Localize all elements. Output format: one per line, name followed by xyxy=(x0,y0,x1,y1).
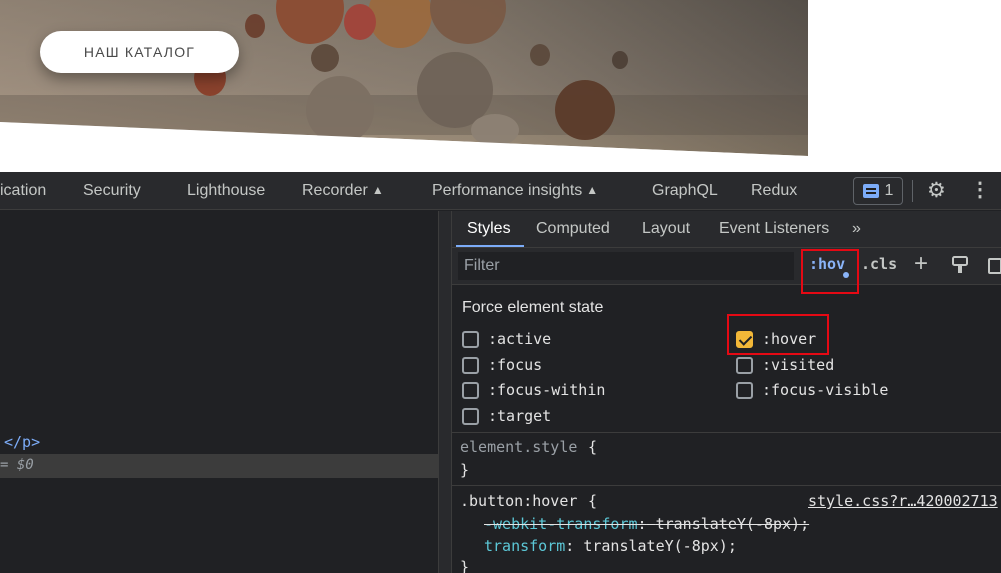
state-active-checkbox[interactable]: :active xyxy=(462,330,551,348)
dom-selected-marker: = $0 xyxy=(0,457,34,473)
styles-subtabs: Styles Computed Layout Event Listeners » xyxy=(452,211,1001,248)
tab-application[interactable]: ication xyxy=(0,182,46,200)
issues-count: 1 xyxy=(884,182,894,199)
flask-icon: ▲ xyxy=(371,183,384,197)
more-options-icon[interactable]: ⋮ xyxy=(970,179,990,201)
property-name: -webkit-transform xyxy=(484,515,638,533)
tab-event-listeners[interactable]: Event Listeners xyxy=(719,220,829,238)
hov-highlight-box xyxy=(801,249,859,294)
styles-filter-input[interactable] xyxy=(458,252,794,280)
tab-computed[interactable]: Computed xyxy=(536,220,610,238)
styles-sidebar: Styles Computed Layout Event Listeners »… xyxy=(452,211,1001,573)
rule-divider xyxy=(452,485,1001,486)
source-link[interactable]: style.css?r…420002713 xyxy=(808,492,998,510)
state-focus-visible-checkbox[interactable]: :focus-visible xyxy=(736,381,888,399)
gear-icon[interactable]: ⚙ xyxy=(927,180,946,202)
panel-splitter[interactable] xyxy=(438,211,452,573)
tab-styles[interactable]: Styles xyxy=(467,220,511,238)
new-style-rule-icon[interactable]: + xyxy=(914,250,928,278)
devtools-panel: ication Security Lighthouse Recorder ▲ Pe… xyxy=(0,172,1001,573)
flask-icon: ▲ xyxy=(586,183,599,197)
tab-recorder[interactable]: Recorder ▲ xyxy=(302,182,384,200)
devtools-tabbar: ication Security Lighthouse Recorder ▲ Pe… xyxy=(0,172,1001,210)
checkbox-icon xyxy=(462,330,479,348)
checkbox-icon xyxy=(462,356,479,374)
force-state-title: Force element state xyxy=(462,299,604,316)
colon: : xyxy=(565,537,575,555)
rule-selector[interactable]: .button:hover xyxy=(460,492,577,510)
close-brace: } xyxy=(460,558,470,573)
tab-performance-insights[interactable]: Performance insights ▲ xyxy=(432,182,598,200)
dom-closing-tag[interactable]: </p> xyxy=(4,433,40,451)
colon: : xyxy=(637,515,647,533)
tab-layout[interactable]: Layout xyxy=(642,220,690,238)
elements-dom-tree: </p> = $0 xyxy=(0,211,438,573)
balloons-image xyxy=(0,0,808,156)
state-label: :active xyxy=(488,330,552,348)
checkbox-icon xyxy=(736,381,753,399)
rule-divider xyxy=(452,432,1001,433)
checkbox-icon xyxy=(462,381,479,399)
tab-recorder-label: Recorder xyxy=(302,182,368,199)
tab-lighthouse[interactable]: Lighthouse xyxy=(187,182,265,200)
checkbox-icon xyxy=(462,407,479,425)
element-style-selector[interactable]: element.style xyxy=(460,438,577,456)
catalog-button[interactable]: НАШ КАТАЛОГ xyxy=(40,31,239,73)
state-focus-checkbox[interactable]: :focus xyxy=(462,356,542,374)
property-value: translateY(-8px); xyxy=(583,537,737,555)
toggle-sidebar-icon[interactable] xyxy=(988,258,1001,274)
state-label: :focus-within xyxy=(488,381,606,399)
tab-security[interactable]: Security xyxy=(83,182,141,200)
declaration-overridden[interactable]: -webkit-transform: translateY(-8px); xyxy=(484,515,809,533)
cls-toggle-button[interactable]: .cls xyxy=(861,255,897,273)
issues-button[interactable]: 1 xyxy=(853,177,903,205)
close-brace: } xyxy=(460,461,470,479)
tab-graphql[interactable]: GraphQL xyxy=(652,182,718,200)
styles-toolbar: :hov .cls + xyxy=(452,248,1001,285)
state-label: :visited xyxy=(762,356,835,374)
state-visited-checkbox[interactable]: :visited xyxy=(736,356,834,374)
hero-banner xyxy=(0,0,808,156)
active-tab-indicator xyxy=(456,245,524,247)
tab-redux[interactable]: Redux xyxy=(751,182,797,200)
property-name: transform xyxy=(484,537,566,555)
property-value: translateY(-8px); xyxy=(655,515,810,533)
paint-brush-icon[interactable] xyxy=(952,256,968,274)
open-brace: { xyxy=(588,492,598,510)
message-icon xyxy=(862,184,879,198)
hover-highlight-box xyxy=(727,314,829,355)
toolbar-divider xyxy=(912,180,913,202)
declaration[interactable]: transform: translateY(-8px); xyxy=(484,537,737,555)
state-label: :focus-visible xyxy=(762,381,889,399)
checkbox-icon xyxy=(736,356,753,374)
dom-selected-row[interactable]: = $0 xyxy=(0,454,438,478)
open-brace: { xyxy=(588,438,598,456)
tab-performance-insights-label: Performance insights xyxy=(432,182,583,199)
web-page: НАШ КАТАЛОГ xyxy=(0,0,1001,172)
state-label: :focus xyxy=(488,356,543,374)
state-label: :target xyxy=(488,407,552,425)
more-tabs-icon[interactable]: » xyxy=(852,220,861,238)
state-target-checkbox[interactable]: :target xyxy=(462,407,551,425)
state-focus-within-checkbox[interactable]: :focus-within xyxy=(462,381,605,399)
